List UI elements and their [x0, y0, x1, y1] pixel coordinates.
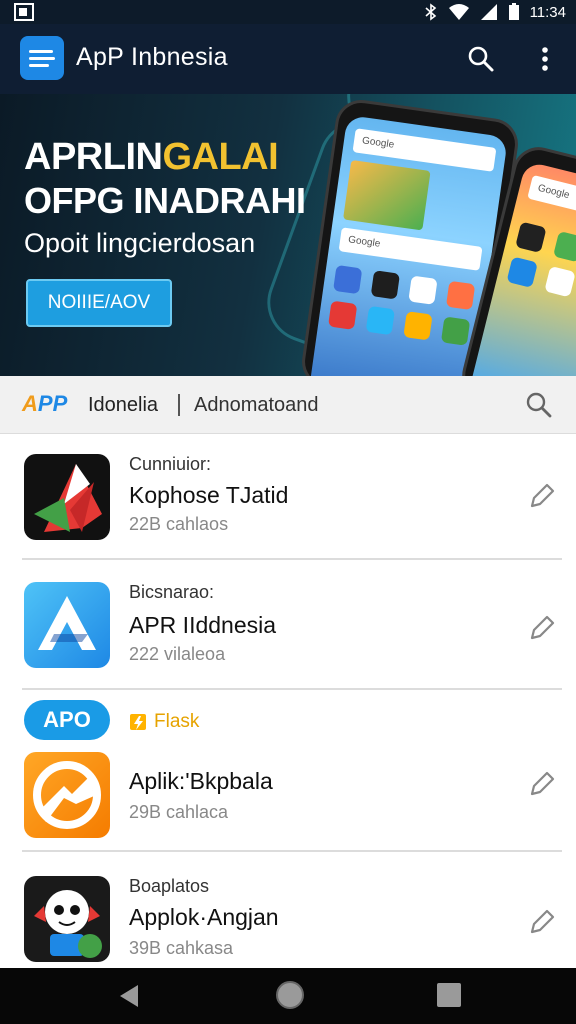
apo-chip[interactable]: APO: [24, 700, 110, 740]
search-term-secondary[interactable]: Adnomatoand: [194, 394, 319, 417]
app-logo-icon[interactable]: [20, 36, 64, 80]
promo-banner[interactable]: APRLINGALAI OFPG INADRAHI Opoit lingcier…: [0, 94, 576, 376]
edit-pen-icon[interactable]: [528, 614, 556, 642]
wifi-icon: [448, 4, 469, 20]
phone-search-bar-3: Google: [527, 174, 576, 225]
list-item[interactable]: Cunniuior: Kophose TJatid 22B cahlaos: [0, 434, 576, 558]
app-thumbnail-kophose: [24, 454, 110, 540]
list-item[interactable]: Bicsnarao: APR IIddnesia 222 vilaleoa: [0, 560, 576, 688]
app-title: ApP Inbnesia: [76, 43, 228, 71]
notification-icon: [14, 3, 34, 21]
banner-subheadline: Opoit lingcierdosan: [24, 228, 256, 258]
system-nav-bar: [0, 968, 576, 1024]
status-bar: 11:34: [0, 0, 576, 24]
search-icon[interactable]: [524, 390, 554, 420]
banner-cta-button[interactable]: NOIIIE/AOV: [26, 279, 172, 327]
phone-app-grid-2: [506, 221, 576, 308]
bluetooth-icon: [425, 3, 436, 21]
brand-logo: APP: [22, 391, 68, 416]
flash-icon: [130, 714, 146, 730]
banner-headline-2: OFPG INADRAHI: [24, 180, 306, 221]
app-thumbnail-apr: [24, 582, 110, 668]
phone-app-grid: [328, 264, 477, 346]
signal-icon: [480, 4, 497, 20]
item-category: Bicsnarao:: [129, 582, 215, 602]
back-icon[interactable]: [116, 982, 144, 1010]
item-name: Kophose TJatid: [129, 482, 289, 508]
phone-wallpaper-art: [343, 159, 431, 231]
list-item[interactable]: Aplik:'Bkpbala 29B cahlaca: [0, 744, 576, 850]
item-meta: 22B cahlaos: [129, 514, 229, 534]
search-icon[interactable]: [466, 44, 496, 74]
recent-apps-icon[interactable]: [437, 983, 461, 1007]
flash-label[interactable]: Flask: [128, 711, 199, 733]
edit-pen-icon[interactable]: [528, 908, 556, 936]
app-bar: ApP Inbnesia: [0, 24, 576, 94]
home-icon[interactable]: [276, 981, 304, 1009]
search-filter-bar[interactable]: APP Idonelia Adnomatoand: [0, 376, 576, 434]
banner-headline-1: APRLINGALAI: [24, 136, 279, 178]
item-meta: 222 vilaleoa: [129, 644, 226, 664]
edit-pen-icon[interactable]: [528, 770, 556, 798]
app-thumbnail-applok: [24, 876, 110, 962]
item-meta: 39B cahkasa: [129, 938, 234, 958]
phone-search-bar-2: Google: [338, 227, 483, 271]
edit-pen-icon[interactable]: [528, 482, 556, 510]
item-name: Aplik:'Bkpbala: [129, 768, 273, 794]
item-name: APR IIddnesia: [129, 612, 277, 638]
battery-icon: [508, 3, 519, 20]
search-term-primary[interactable]: Idonelia: [88, 394, 158, 417]
more-vert-icon[interactable]: [530, 44, 560, 74]
item-meta: 29B cahlaca: [129, 802, 229, 822]
item-category: Boaplatos: [129, 876, 210, 896]
list-divider: [22, 688, 562, 690]
app-thumbnail-aplik: [24, 752, 110, 838]
item-category: Cunniuior:: [129, 454, 212, 474]
item-name: Applok·Angjan: [129, 904, 279, 930]
search-divider: [178, 394, 180, 416]
status-time: 11:34: [529, 3, 566, 21]
list-item[interactable]: Boaplatos Applok·Angjan 39B cahkasa: [0, 852, 576, 968]
